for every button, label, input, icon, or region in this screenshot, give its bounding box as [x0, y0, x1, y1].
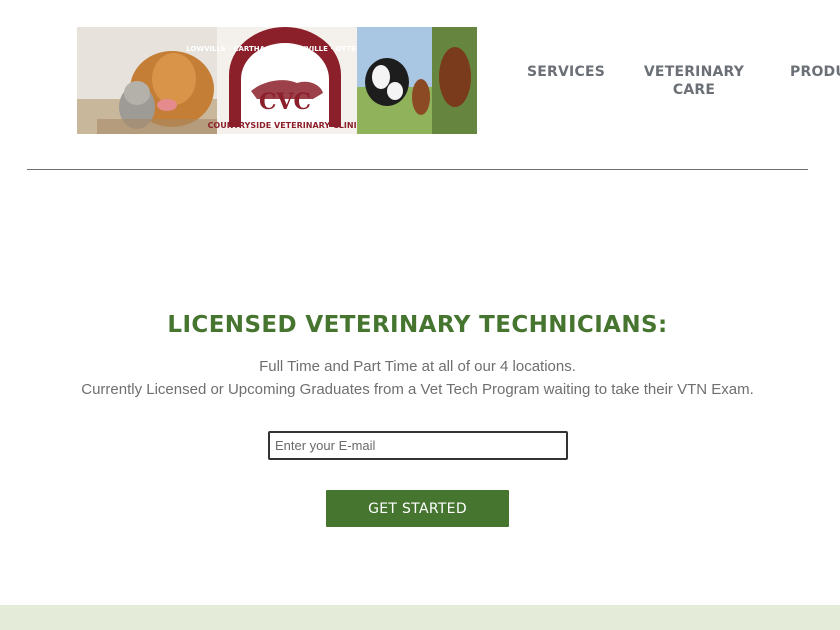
get-started-button[interactable]: GET STARTED [326, 490, 509, 527]
site-header: CVC LOWVILLE · CARTHAGE · BOONVILLE · OT… [0, 0, 840, 170]
job-description-line-2: Currently Licensed or Upcoming Graduates… [81, 381, 754, 398]
nav-item-label-line1: VETERINARY [643, 64, 745, 80]
email-field[interactable] [268, 431, 568, 460]
nav-item-products[interactable]: PRODU [790, 63, 840, 81]
nav-item-veterinary-care[interactable]: VETERINARY CARE [640, 63, 748, 99]
job-signup-section: LICENSED VETERINARY TECHNICIANS: Full Ti… [0, 170, 840, 605]
job-description-line-1: Full Time and Part Time at all of our 4 … [259, 358, 576, 375]
nav-item-label: SERVICES [527, 64, 605, 80]
page-title: LICENSED VETERINARY TECHNICIANS: [167, 312, 668, 338]
main-nav: SERVICES VETERINARY CARE PRODU [0, 63, 840, 103]
nav-item-label-line2: CARE [672, 82, 716, 98]
footer-band [0, 605, 840, 630]
svg-text:COUNTRYSIDE VETERINARY CLINIC: COUNTRYSIDE VETERINARY CLINIC [208, 121, 363, 130]
nav-item-services[interactable]: SERVICES [527, 63, 605, 81]
svg-text:LOWVILLE · CARTHAGE · BOONVILL: LOWVILLE · CARTHAGE · BOONVILLE · OTTER … [186, 45, 384, 53]
nav-item-label: PRODU [790, 64, 840, 80]
